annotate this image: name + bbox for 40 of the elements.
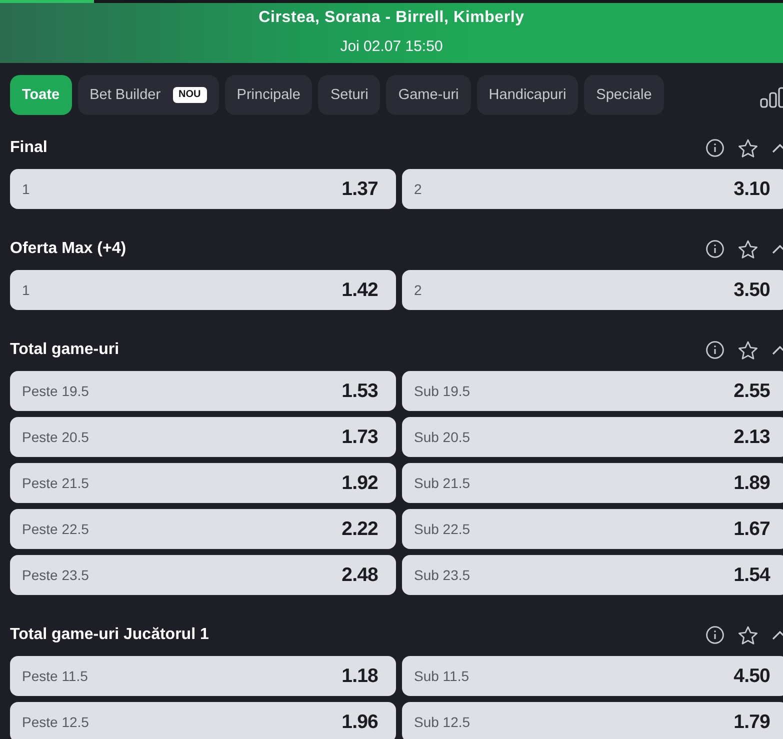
odds-button[interactable]: Sub 12.5 1.79 (402, 702, 783, 739)
market-tab[interactable]: Principale (224, 75, 312, 115)
odds-button[interactable]: Peste 19.5 1.53 (10, 371, 396, 411)
odds-button[interactable]: Peste 23.5 2.48 (10, 555, 396, 595)
market-tab[interactable]: Handicapuri (476, 75, 578, 115)
market-tab[interactable]: Bet Builder NOU (78, 75, 219, 115)
star-icon[interactable] (738, 240, 758, 258)
odds-button[interactable]: Sub 23.5 1.54 (402, 555, 783, 595)
star-icon[interactable] (738, 340, 758, 360)
market-title: Total game-uri (10, 341, 120, 359)
odds-button[interactable]: Peste 11.5 1.18 (10, 656, 396, 696)
market-tab[interactable]: Seturi (318, 75, 380, 115)
info-icon[interactable] (706, 626, 724, 644)
odds-button[interactable]: Peste 12.5 1.96 (10, 702, 396, 739)
star-icon[interactable] (738, 138, 758, 158)
odds-button[interactable]: Sub 19.5 2.55 (402, 371, 783, 411)
match-title: Cirstea, Sorana - Birrell, Kimberly (258, 8, 524, 28)
market-title: Oferta Max (+4) (10, 240, 126, 258)
info-icon[interactable] (706, 341, 724, 359)
odds-button[interactable]: Peste 20.5 1.73 (10, 417, 396, 457)
info-icon[interactable] (706, 240, 724, 258)
market-tab[interactable]: Game-uri (386, 75, 471, 115)
new-badge: NOU (172, 87, 207, 103)
info-icon[interactable] (706, 139, 724, 157)
odds-button[interactable]: Sub 21.5 1.89 (402, 463, 783, 503)
odds-button[interactable]: 2 3.10 (402, 169, 783, 209)
odds-button[interactable]: Sub 11.5 4.50 (402, 656, 783, 696)
odds-button[interactable]: 1 1.42 (10, 270, 396, 310)
bar-chart-icon[interactable] (760, 86, 783, 108)
market-tab[interactable]: Speciale (584, 75, 664, 115)
star-icon[interactable] (738, 626, 758, 644)
market-title: Total game-uri Jucătorul 1 (10, 626, 209, 644)
odds-button[interactable]: Peste 21.5 1.92 (10, 463, 396, 503)
odds-button[interactable]: Sub 22.5 1.67 (402, 509, 783, 549)
market-title: Final (10, 139, 48, 157)
odds-button[interactable]: 2 3.50 (402, 270, 783, 310)
odds-button[interactable]: Sub 20.5 2.13 (402, 417, 783, 457)
odds-button[interactable]: 1 1.37 (10, 169, 396, 209)
odds-button[interactable]: Peste 22.5 2.22 (10, 509, 396, 549)
match-date: Joi 02.07 15:50 (340, 37, 443, 57)
